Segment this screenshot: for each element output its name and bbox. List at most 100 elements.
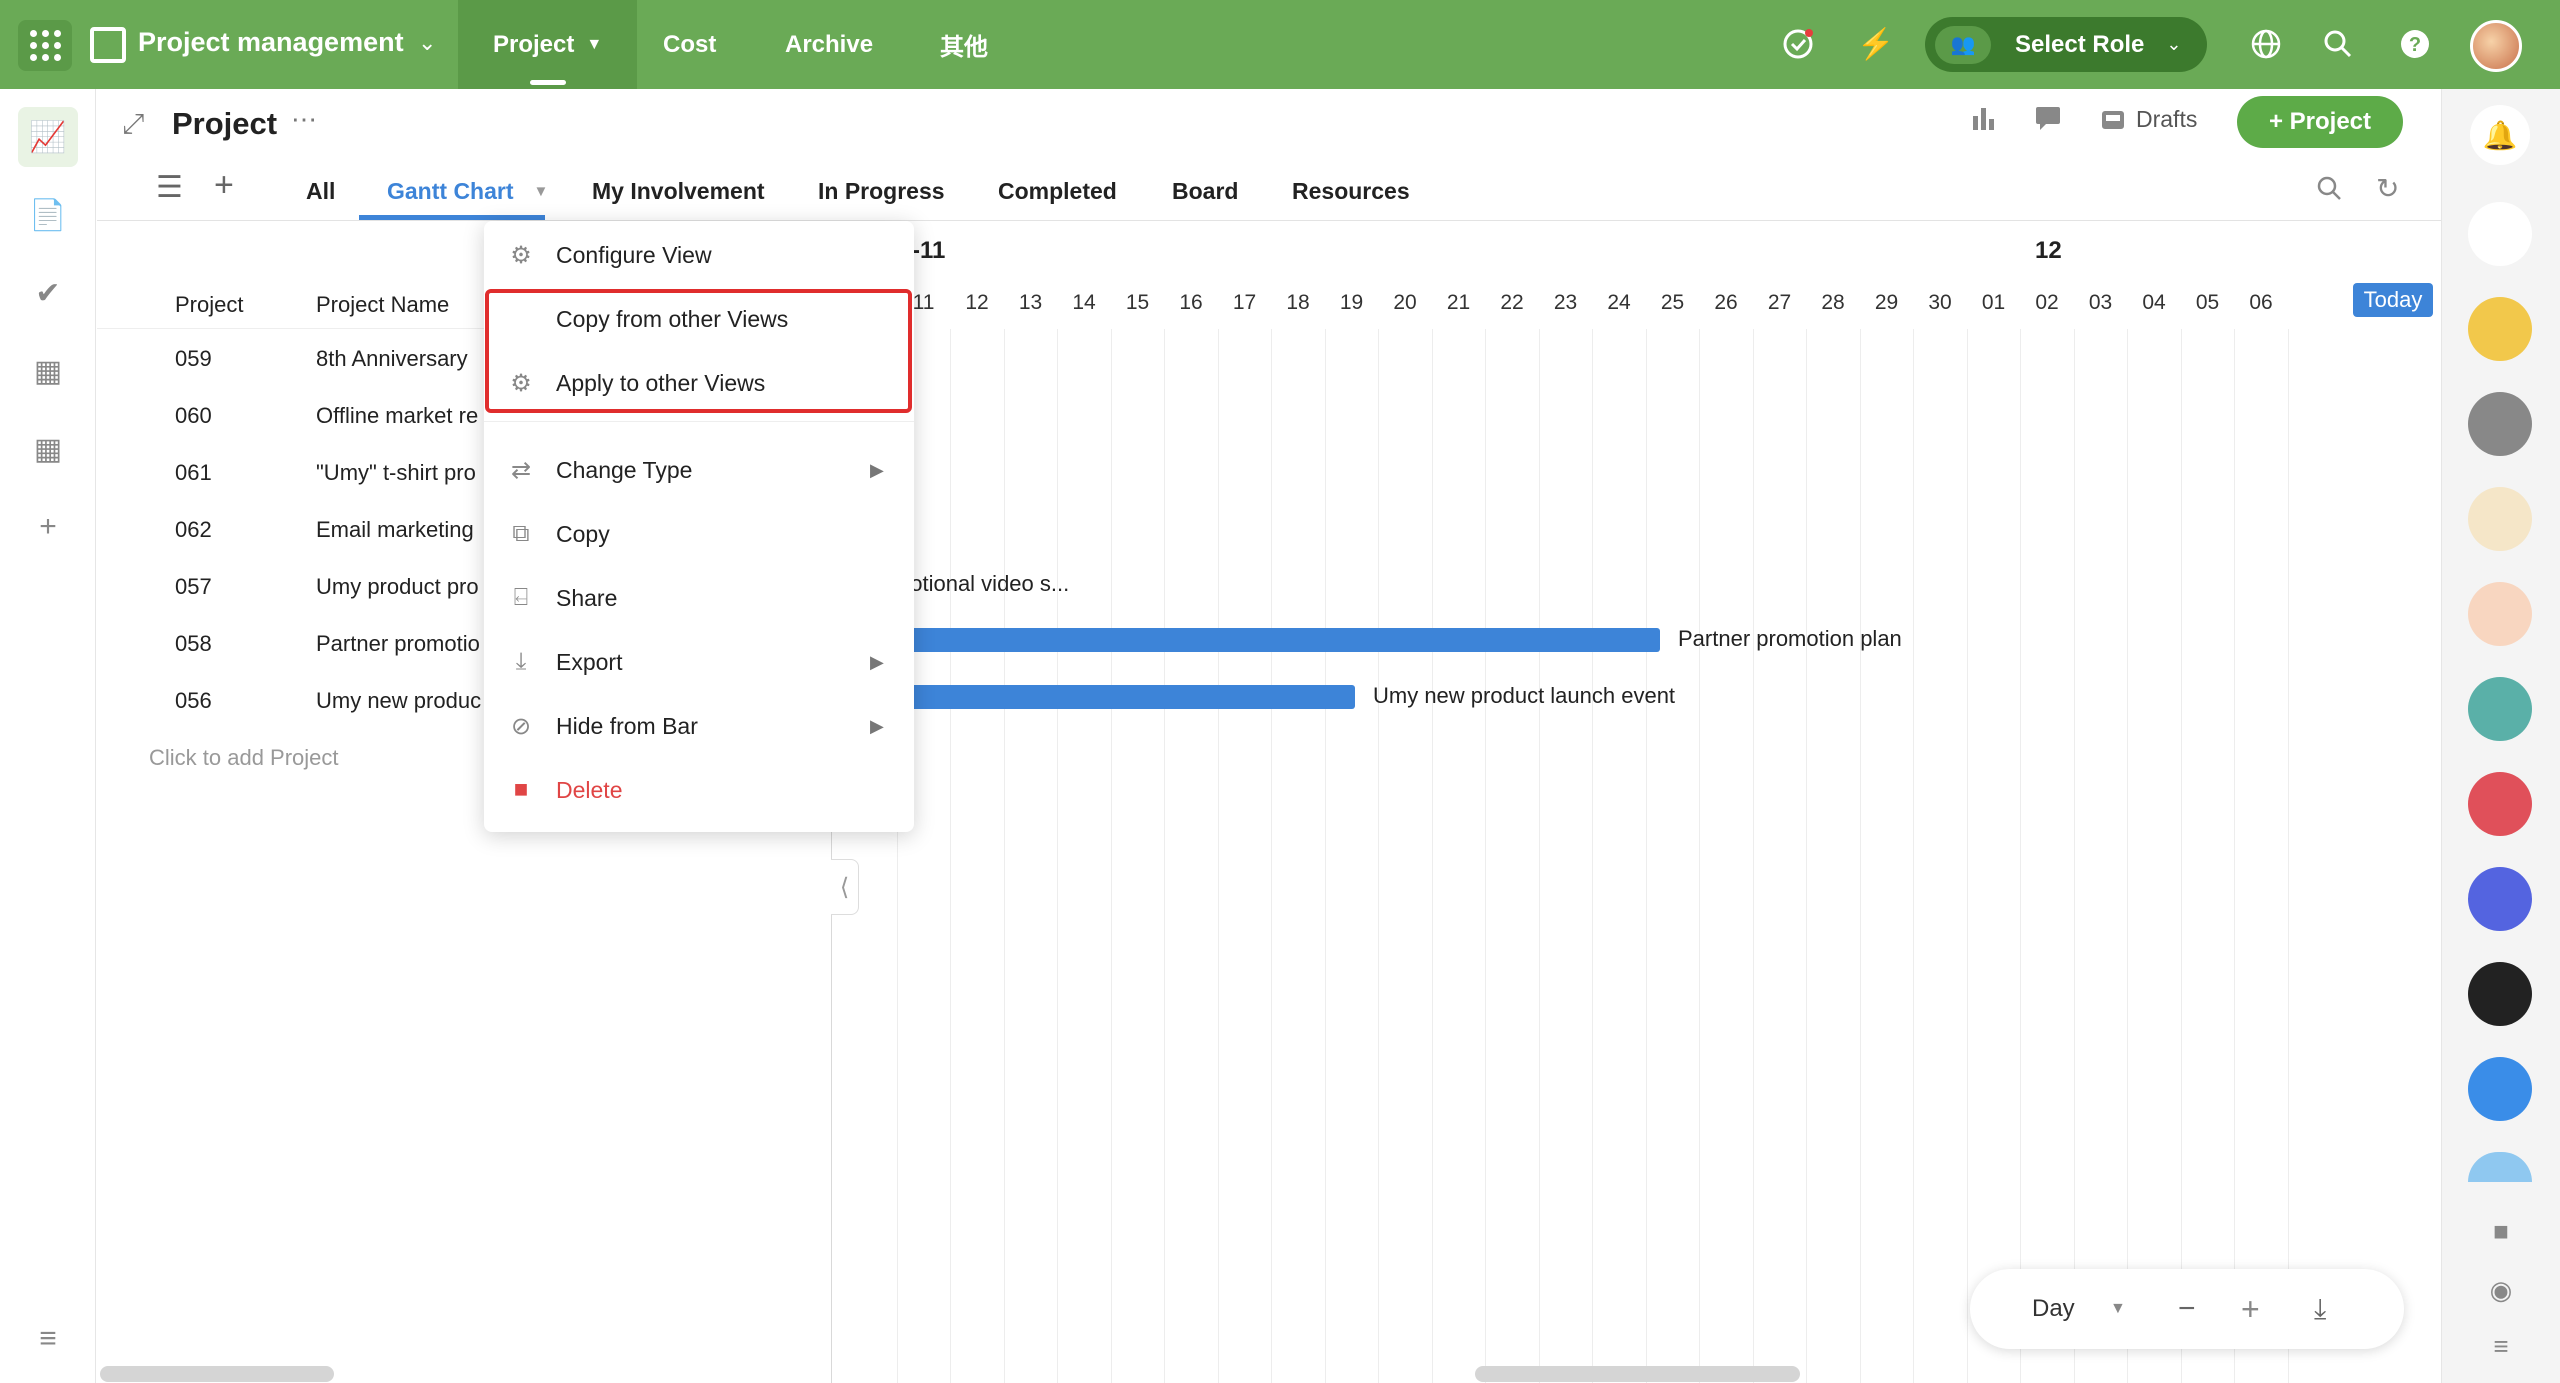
grid-line (1538, 329, 1540, 1383)
add-icon[interactable]: + (18, 497, 78, 557)
grid-line (2073, 329, 2075, 1383)
grid-line (1057, 329, 1058, 1383)
grid-line (1966, 329, 1968, 1383)
collapse-right-icon[interactable]: ≡ (2484, 1329, 2518, 1363)
list-menu-icon[interactable]: ☰ (156, 170, 183, 205)
table-icon[interactable]: ▦ (18, 419, 78, 479)
app-logo-icon (90, 27, 126, 63)
comment-icon[interactable] (2034, 104, 2062, 139)
tab-my-involvement[interactable]: My Involvement (592, 162, 765, 220)
chart-icon[interactable] (1970, 104, 1998, 139)
gantt-chart: -11 12 101112131415161718192021222324252… (832, 221, 2441, 1383)
day-label: 14 (1072, 291, 1096, 314)
chevron-down-icon: ⌄ (2166, 34, 2182, 54)
app-avatar[interactable] (2468, 297, 2532, 361)
expand-icon[interactable]: ⤢ (122, 108, 144, 141)
day-label: 30 (1928, 291, 1952, 314)
app-avatar[interactable] (2468, 487, 2532, 551)
app-avatar[interactable] (2468, 677, 2532, 741)
app-avatar[interactable] (2468, 1152, 2532, 1182)
drafts-label: Drafts (2136, 106, 2198, 132)
tab-all[interactable]: All (306, 162, 335, 220)
add-comment-icon[interactable]: ◉ (2484, 1273, 2518, 1307)
app-title[interactable]: Project management (138, 27, 404, 58)
app-avatar[interactable] (2468, 582, 2532, 646)
menu-item-share[interactable]: ⍇ Share (484, 566, 914, 630)
grid-line (1699, 329, 1700, 1383)
table-icon[interactable]: ▦ (18, 341, 78, 401)
dashboard-icon[interactable]: 📈 (18, 107, 78, 167)
help-icon[interactable]: ? (2395, 24, 2435, 64)
grid-line (2180, 329, 2182, 1383)
app-avatar[interactable] (2468, 962, 2532, 1026)
gear-icon: ⚙ (510, 241, 532, 269)
right-sidebar: 🔔 ■ ◉ ≡ (2441, 89, 2560, 1383)
horizontal-scrollbar[interactable] (100, 1366, 334, 1382)
contact-icon[interactable]: ■ (2484, 1214, 2518, 1248)
day-label: 26 (1714, 291, 1738, 314)
chevron-down-icon[interactable]: ⌄ (418, 30, 436, 56)
month-label: -11 (912, 237, 946, 264)
user-avatar[interactable] (2470, 20, 2522, 72)
document-icon[interactable]: 📄 (18, 185, 78, 245)
tab-board[interactable]: Board (1172, 162, 1238, 220)
app-avatar[interactable] (2468, 392, 2532, 456)
search-icon[interactable] (2318, 24, 2358, 64)
select-role-button[interactable]: 👥 Select Role ⌄ (1925, 17, 2207, 72)
collapse-menu-icon[interactable]: ≡ (18, 1319, 78, 1359)
collapse-pane-button[interactable]: ⟨ (831, 859, 859, 915)
lightning-app-icon[interactable] (2468, 867, 2532, 931)
caret-right-icon: ▶ (870, 715, 884, 736)
caret-down-icon[interactable]: ▼ (2110, 1269, 2126, 1349)
download-icon[interactable]: ⤓ (2314, 1269, 2326, 1349)
share-icon: ⍇ (513, 584, 529, 611)
chat-app-icon[interactable] (2468, 1057, 2532, 1121)
more-icon[interactable]: ⋯ (291, 104, 317, 135)
grid-line (950, 329, 951, 1383)
tab-completed[interactable]: Completed (998, 162, 1117, 220)
day-label: 24 (1607, 291, 1631, 314)
menu-item-configure-view[interactable]: ⚙ Configure View (484, 223, 914, 287)
globe-icon[interactable] (2246, 24, 2286, 64)
new-project-button[interactable]: + Project (2237, 96, 2403, 148)
nav-other[interactable]: 其他 (905, 0, 1023, 89)
drafts-button[interactable]: Drafts (2100, 106, 2197, 133)
menu-item-change-type[interactable]: ⇄ Change Type ▶ (484, 438, 914, 502)
check-circle-icon[interactable] (1778, 24, 1818, 64)
nav-archive[interactable]: Archive (750, 0, 908, 89)
badge-check-icon[interactable]: ✔ (18, 263, 78, 323)
copy-icon: ⧉ (512, 520, 530, 547)
grid-line (2234, 329, 2235, 1383)
add-project-placeholder[interactable]: Click to add Project (149, 745, 339, 771)
grid-line (1752, 329, 1754, 1383)
lightning-icon[interactable]: ⚡ (1856, 24, 1896, 64)
calendar-app-icon[interactable] (2468, 772, 2532, 836)
menu-item-delete[interactable]: ■ Delete (484, 758, 914, 822)
tab-resources[interactable]: Resources (1292, 162, 1410, 220)
tab-in-progress[interactable]: In Progress (818, 162, 945, 220)
refresh-icon[interactable]: ↻ (2376, 172, 2399, 205)
task-bar[interactable] (832, 628, 1660, 652)
apps-grid-icon[interactable] (18, 20, 72, 71)
add-view-icon[interactable]: + (214, 166, 234, 205)
tab-gantt-chart[interactable]: Gantt Chart ▼ (387, 162, 548, 220)
app-avatar[interactable] (2468, 202, 2532, 266)
menu-item-export[interactable]: ⤓ Export ▶ (484, 630, 914, 694)
today-button[interactable]: Today (2353, 283, 2433, 317)
day-label: 20 (1393, 291, 1417, 314)
bell-icon[interactable]: 🔔 (2470, 105, 2530, 165)
zoom-out-icon[interactable]: − (2178, 1269, 2196, 1349)
menu-item-hide-from-bar[interactable]: ⊘ Hide from Bar ▶ (484, 694, 914, 758)
task-label: notional video s... (898, 571, 1070, 596)
day-label: 28 (1821, 291, 1845, 314)
role-label: Select Role (2015, 30, 2145, 58)
scale-select[interactable]: Day (2032, 1269, 2075, 1349)
grid-line (1271, 329, 1272, 1383)
grid-line (1431, 329, 1433, 1383)
zoom-in-icon[interactable]: + (2241, 1269, 2260, 1349)
menu-item-copy[interactable]: ⧉ Copy (484, 502, 914, 566)
nav-cost[interactable]: Cost (628, 0, 751, 89)
search-icon[interactable] (2316, 175, 2342, 206)
horizontal-scrollbar[interactable] (1475, 1366, 1800, 1382)
nav-project[interactable]: Project ▼ (458, 0, 638, 89)
